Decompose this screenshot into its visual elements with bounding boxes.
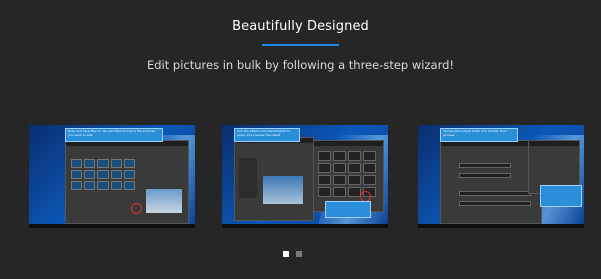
preview-image xyxy=(146,189,182,213)
instruction-callout-2 xyxy=(540,185,582,207)
app-window xyxy=(440,140,542,224)
taskbar xyxy=(29,224,195,228)
instruction-callout: Choose the output folder and format, the… xyxy=(440,128,518,142)
screenshot-step-1[interactable]: Drag and drop files or use Add Files to … xyxy=(29,125,195,228)
app-window xyxy=(65,140,189,224)
effects-icon-grid xyxy=(318,151,376,197)
preview-image xyxy=(263,176,303,204)
carousel-dot-2[interactable] xyxy=(296,251,302,257)
thumbnail-grid xyxy=(71,159,135,190)
screenshot-step-3[interactable]: Choose the output folder and format, the… xyxy=(418,125,584,228)
instruction-callout: Pick the effects and adjustments to appl… xyxy=(234,128,300,142)
screenshot-step-2[interactable]: Pick the effects and adjustments to appl… xyxy=(222,125,388,228)
title-underline xyxy=(262,44,339,46)
instruction-callout: Drag and drop files or use Add Files to … xyxy=(65,128,163,142)
carousel-dot-1[interactable] xyxy=(283,251,289,257)
highlight-circle xyxy=(131,203,142,214)
app-window xyxy=(234,137,314,221)
file-list xyxy=(239,158,257,198)
instruction-callout-2 xyxy=(325,201,371,218)
output-field xyxy=(459,191,531,196)
taskbar xyxy=(222,224,388,228)
taskbar xyxy=(418,224,584,228)
section-subtitle: Edit pictures in bulk by following a thr… xyxy=(146,58,455,72)
output-field xyxy=(459,173,511,178)
output-field xyxy=(459,163,511,168)
section-title: Beautifully Designed xyxy=(232,19,369,34)
output-field xyxy=(459,201,531,206)
